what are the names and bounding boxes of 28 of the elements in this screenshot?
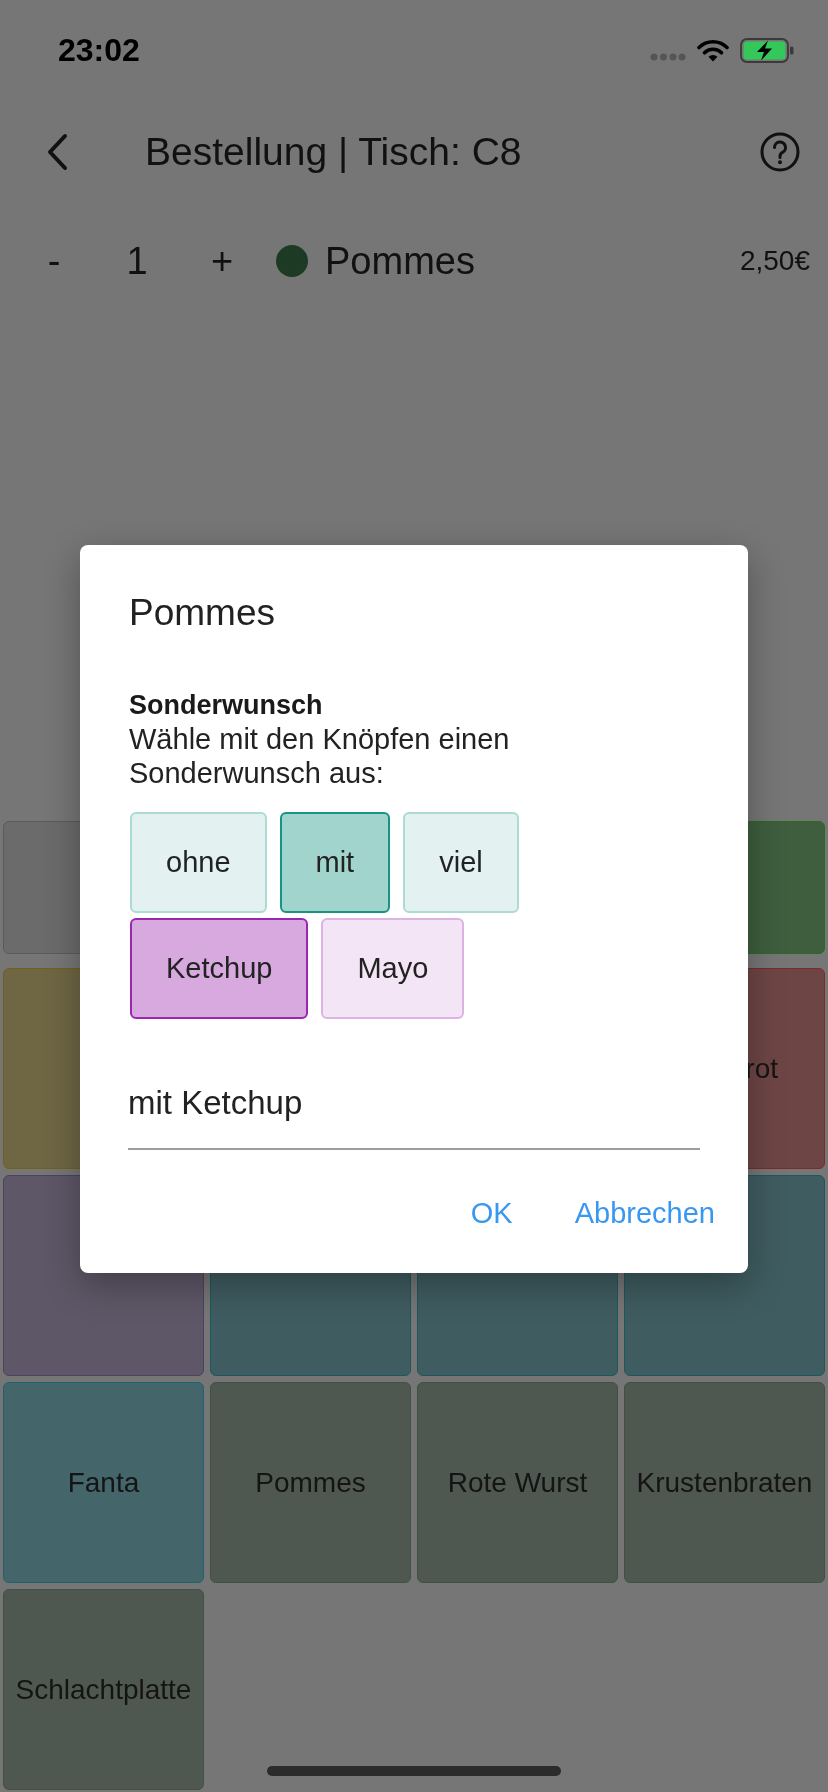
product-tile[interactable]: Rote Wurst (417, 1382, 618, 1583)
decrease-button[interactable]: - (24, 231, 84, 291)
product-tile[interactable]: Krustenbraten (624, 1382, 825, 1583)
section-label: Sonderwunsch (129, 689, 323, 722)
option-chip[interactable]: Ketchup (130, 918, 309, 1019)
page-title: Bestellung | Tisch: C8 (145, 130, 522, 174)
cancel-button[interactable]: Abbrechen (560, 1181, 729, 1245)
special-request-field[interactable]: mit Ketchup (128, 1058, 700, 1150)
back-icon[interactable] (45, 133, 69, 171)
option-chip[interactable]: Mayo (321, 918, 465, 1019)
item-name: Pommes (325, 239, 475, 283)
product-tile[interactable]: Pommes (210, 1382, 411, 1583)
product-tile[interactable]: Fanta (3, 1382, 204, 1583)
status-time: 23:02 (58, 31, 140, 69)
battery-charging-icon (740, 37, 794, 63)
quantity-value: 1 (125, 239, 149, 283)
confirm-button[interactable]: OK (456, 1181, 527, 1245)
increase-button[interactable]: + (190, 231, 254, 291)
product-tile[interactable]: Schlachtplatte (3, 1589, 204, 1790)
signal-dots-icon (650, 53, 686, 61)
dialog-title: Pommes (129, 591, 275, 635)
item-price: 2,50€ (739, 245, 810, 277)
option-chip[interactable]: ohne (130, 812, 267, 913)
help-icon[interactable] (760, 132, 800, 172)
instruction-text: Wähle mit den Knöpfen einen Sonderwunsch aus: (129, 722, 511, 790)
option-chip[interactable]: viel (403, 812, 519, 913)
option-chip[interactable]: mit (279, 812, 391, 913)
wifi-icon (697, 38, 729, 62)
